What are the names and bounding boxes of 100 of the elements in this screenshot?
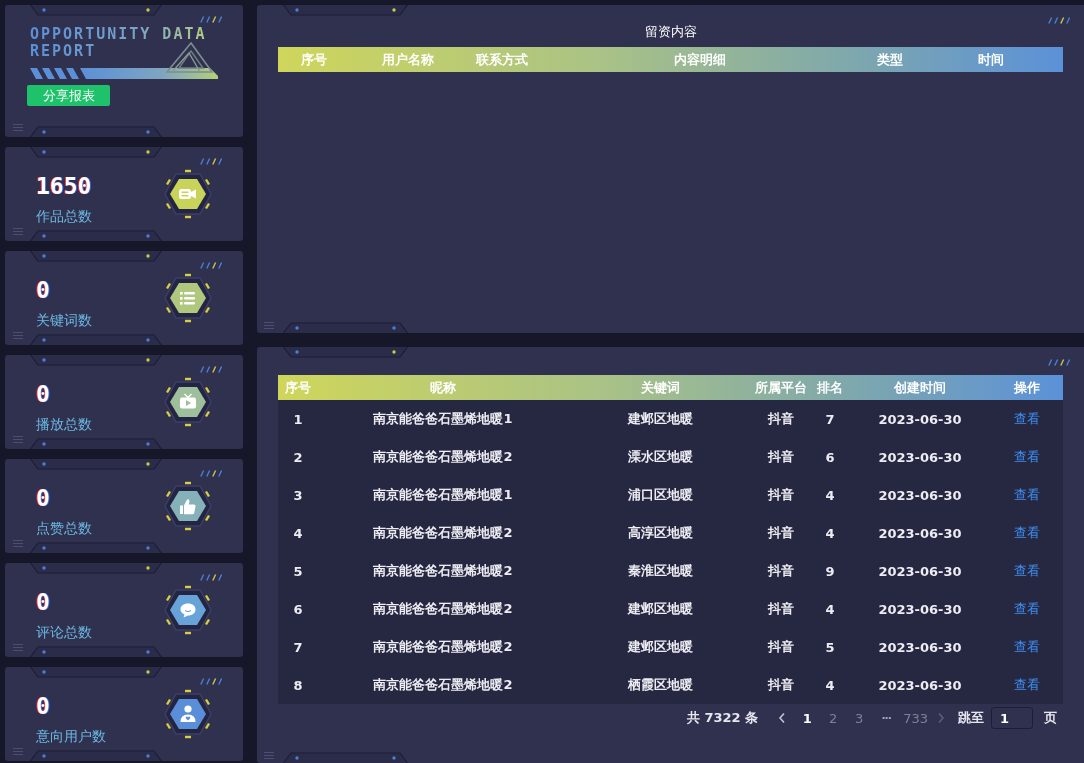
view-link[interactable]: 查看 xyxy=(1013,600,1040,618)
stat-label: 关键词数 xyxy=(36,311,92,329)
platform-cell: 抖音 xyxy=(768,448,794,466)
index-cell: 7 xyxy=(293,639,303,655)
date-cell: 2023-06-30 xyxy=(878,677,962,693)
view-link[interactable]: 查看 xyxy=(1013,562,1040,580)
column-header: 序号 xyxy=(301,50,327,69)
index-cell: 5 xyxy=(293,563,303,579)
column-header: 昵称 xyxy=(430,378,456,397)
slash-marks-icon xyxy=(200,16,222,23)
three-lines-icon xyxy=(13,436,23,443)
slash-marks-icon xyxy=(1048,359,1070,366)
platform-cell: 抖音 xyxy=(768,524,794,542)
view-link[interactable]: 查看 xyxy=(1013,410,1040,428)
slash-marks-icon xyxy=(200,366,222,373)
three-lines-icon xyxy=(264,752,274,759)
nickname-cell: 南京能爸爸石墨烯地暖2 xyxy=(373,638,513,656)
stat-label: 意向用户数 xyxy=(36,727,106,745)
index-cell: 2 xyxy=(293,449,303,465)
column-header: 用户名称 xyxy=(382,50,434,69)
slash-marks-icon xyxy=(200,470,222,477)
rank-cell: 6 xyxy=(825,449,835,465)
stat-value: 0 xyxy=(36,589,50,615)
date-cell: 2023-06-30 xyxy=(878,449,962,465)
platform-cell: 抖音 xyxy=(768,600,794,618)
nickname-cell: 南京能爸爸石墨烯地暖2 xyxy=(373,524,513,542)
page-suffix: 页 xyxy=(1044,709,1057,727)
column-header: 创建时间 xyxy=(894,378,946,397)
rank-cell: 9 xyxy=(825,563,835,579)
chevron-left-icon[interactable] xyxy=(778,712,787,724)
view-link[interactable]: 查看 xyxy=(1013,448,1040,466)
view-link[interactable]: 查看 xyxy=(1013,676,1040,694)
column-header: 序号 xyxy=(285,378,311,397)
page-number[interactable]: 3 xyxy=(846,710,873,726)
date-cell: 2023-06-30 xyxy=(878,411,962,427)
stat-value: 0 xyxy=(36,381,50,407)
stat-value: 0 xyxy=(36,277,50,303)
nickname-cell: 南京能爸爸石墨烯地暖1 xyxy=(373,486,513,504)
view-link[interactable]: 查看 xyxy=(1013,486,1040,504)
keyword-cell: 建邺区地暖 xyxy=(627,638,693,656)
page-ellipsis[interactable]: ··· xyxy=(872,711,901,725)
three-lines-icon xyxy=(13,644,23,651)
stat-label: 点赞总数 xyxy=(36,519,92,537)
keyword-cell: 建邺区地暖 xyxy=(627,600,693,618)
three-lines-icon xyxy=(13,748,23,755)
column-header: 所属平台 xyxy=(755,378,807,397)
date-cell: 2023-06-30 xyxy=(878,639,962,655)
total-count: 共 7322 条 xyxy=(686,709,759,727)
keyword-cell: 溧水区地暖 xyxy=(627,448,693,466)
index-cell: 4 xyxy=(293,525,303,541)
stat-value: 0 xyxy=(36,693,50,719)
page-number[interactable]: 1 xyxy=(794,710,821,726)
date-cell: 2023-06-30 xyxy=(878,487,962,503)
slash-marks-icon xyxy=(200,262,222,269)
rank-cell: 4 xyxy=(825,487,835,503)
column-header: 排名 xyxy=(817,378,843,397)
slash-marks-icon xyxy=(200,678,222,685)
column-header: 联系方式 xyxy=(476,50,528,69)
platform-cell: 抖音 xyxy=(768,676,794,694)
rank-cell: 4 xyxy=(825,677,835,693)
keyword-cell: 浦口区地暖 xyxy=(627,486,693,504)
column-header: 类型 xyxy=(877,50,903,69)
column-header: 关键词 xyxy=(640,378,680,397)
view-link[interactable]: 查看 xyxy=(1013,638,1040,656)
index-cell: 6 xyxy=(293,601,303,617)
rank-cell: 7 xyxy=(825,411,835,427)
three-lines-icon xyxy=(13,332,23,339)
keyword-cell: 高淳区地暖 xyxy=(627,524,693,542)
platform-cell: 抖音 xyxy=(768,638,794,656)
platform-cell: 抖音 xyxy=(768,410,794,428)
stat-value: 1650 xyxy=(36,173,92,199)
three-lines-icon xyxy=(264,322,274,329)
page-jump-input[interactable]: 1 xyxy=(991,707,1033,729)
keyword-cell: 栖霞区地暖 xyxy=(627,676,693,694)
nickname-cell: 南京能爸爸石墨烯地暖2 xyxy=(373,676,513,694)
stat-label: 播放总数 xyxy=(36,415,92,433)
three-lines-icon xyxy=(13,540,23,547)
keyword-cell: 建邺区地暖 xyxy=(627,410,693,428)
triangle-logo-icon xyxy=(164,42,214,76)
panel-title: 留资内容 xyxy=(644,23,697,41)
nickname-cell: 南京能爸爸石墨烯地暖1 xyxy=(373,410,513,428)
column-header: 操作 xyxy=(1013,378,1040,397)
date-cell: 2023-06-30 xyxy=(878,525,962,541)
platform-cell: 抖音 xyxy=(768,562,794,580)
page-number[interactable]: 733 xyxy=(900,710,931,726)
platform-cell: 抖音 xyxy=(768,486,794,504)
three-lines-icon xyxy=(13,124,23,131)
stat-label: 作品总数 xyxy=(36,207,92,225)
share-report-button[interactable]: 分享报表 xyxy=(27,85,110,106)
index-cell: 8 xyxy=(293,677,303,693)
page-number[interactable]: 2 xyxy=(820,710,847,726)
rank-cell: 4 xyxy=(825,601,835,617)
jump-label: 跳至 xyxy=(958,709,984,727)
slash-marks-icon xyxy=(200,158,222,165)
nickname-cell: 南京能爸爸石墨烯地暖2 xyxy=(373,600,513,618)
rank-cell: 4 xyxy=(825,525,835,541)
view-link[interactable]: 查看 xyxy=(1013,524,1040,542)
slash-marks-icon xyxy=(1048,17,1070,24)
date-cell: 2023-06-30 xyxy=(878,601,962,617)
keyword-cell: 秦淮区地暖 xyxy=(627,562,693,580)
